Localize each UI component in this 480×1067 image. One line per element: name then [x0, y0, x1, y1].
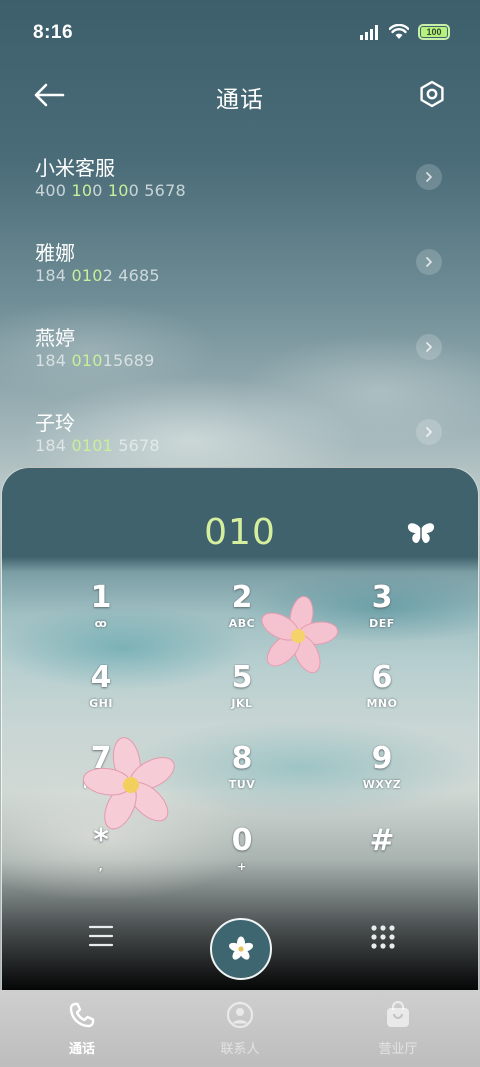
butterfly-icon	[407, 523, 435, 543]
keypad-toggle-button[interactable]	[370, 924, 396, 950]
theme-button[interactable]	[404, 520, 438, 548]
key-letters: ,	[98, 860, 104, 873]
contact-list: 小米客服 400 100 100 5678 雅娜 184 0102 4685 燕…	[0, 138, 480, 478]
tab-label: 联系人	[220, 1042, 260, 1057]
key-8[interactable]: 8 TUV	[187, 741, 297, 811]
key-digit: 0	[231, 823, 253, 858]
contact-detail-button[interactable]	[416, 334, 442, 360]
menu-button[interactable]	[88, 924, 114, 948]
contact-detail-button[interactable]	[416, 249, 442, 275]
key-digit: 9	[371, 741, 393, 776]
contact-detail-button[interactable]	[416, 419, 442, 445]
battery-level: 100	[421, 27, 447, 37]
key-letters: WXYZ	[362, 778, 402, 791]
contact-number: 184 0101 5678	[35, 436, 160, 455]
signal-icon	[360, 24, 378, 40]
contact-number: 400 100 100 5678	[35, 181, 186, 200]
list-item[interactable]: 子玲 184 0101 5678	[0, 393, 480, 478]
contact-name: 燕婷	[35, 326, 75, 350]
dialpad-icon	[371, 925, 395, 949]
key-letters: JKL	[231, 697, 253, 710]
menu-icon	[88, 925, 114, 947]
chevron-right-icon	[426, 257, 432, 267]
phone-icon	[69, 1002, 95, 1028]
contact-detail-button[interactable]	[416, 164, 442, 190]
dialer-panel: 010 1 ꝏ 2 ABC 3 DEF 4 GHI 5 JKL 6 MNO 7 …	[1, 467, 479, 990]
chevron-right-icon	[426, 342, 432, 352]
key-letters: MNO	[366, 697, 398, 710]
flower-call-icon	[228, 936, 254, 960]
key-digit: 8	[231, 741, 253, 776]
key-letters: +	[237, 860, 247, 873]
contact-name: 小米客服	[35, 156, 115, 180]
key-9[interactable]: 9 WXYZ	[327, 741, 437, 811]
list-item[interactable]: 小米客服 400 100 100 5678	[0, 138, 480, 223]
title-bar: 通话	[0, 70, 480, 120]
contact-number: 184 0102 4685	[35, 266, 160, 285]
bottom-nav: 通话 联系人 营业厅	[0, 990, 480, 1067]
chevron-right-icon	[426, 172, 432, 182]
flower-decoration	[82, 737, 175, 830]
settings-icon	[420, 80, 444, 108]
key-0[interactable]: 0 +	[187, 823, 297, 893]
list-item[interactable]: 雅娜 184 0102 4685	[0, 223, 480, 308]
tab-label: 通话	[68, 1042, 95, 1057]
key-digit: 1	[90, 580, 112, 615]
tab-calls[interactable]: 通话	[37, 1000, 127, 1057]
contact-name: 雅娜	[35, 241, 75, 265]
tab-label: 营业厅	[378, 1042, 418, 1057]
tab-store[interactable]: 营业厅	[353, 1000, 443, 1057]
status-icons: 100	[360, 24, 450, 40]
flower-decoration	[261, 596, 339, 674]
person-icon	[226, 1001, 254, 1029]
status-bar: 8:16 100	[0, 0, 480, 66]
key-digit: #	[369, 823, 395, 858]
battery-icon: 100	[418, 24, 450, 40]
dialer-actions	[2, 904, 478, 984]
contact-number: 184 01015689	[35, 351, 155, 370]
key-4[interactable]: 4 GHI	[46, 660, 156, 730]
contact-name: 子玲	[35, 411, 75, 435]
chevron-right-icon	[426, 427, 432, 437]
key-1[interactable]: 1 ꝏ	[46, 580, 156, 650]
voicemail-icon: ꝏ	[94, 617, 108, 630]
store-icon	[387, 1001, 409, 1027]
key-letters: GHI	[89, 697, 113, 710]
call-button[interactable]	[210, 918, 272, 980]
tab-contacts[interactable]: 联系人	[195, 1000, 285, 1057]
key-hash[interactable]: #	[327, 823, 437, 893]
list-item[interactable]: 燕婷 184 01015689	[0, 308, 480, 393]
wifi-icon	[389, 24, 409, 39]
status-time: 8:16	[33, 22, 74, 43]
key-digit: 4	[90, 660, 112, 695]
key-letters: TUV	[228, 778, 256, 791]
settings-button[interactable]	[416, 78, 448, 110]
page-title: 通话	[216, 87, 264, 113]
